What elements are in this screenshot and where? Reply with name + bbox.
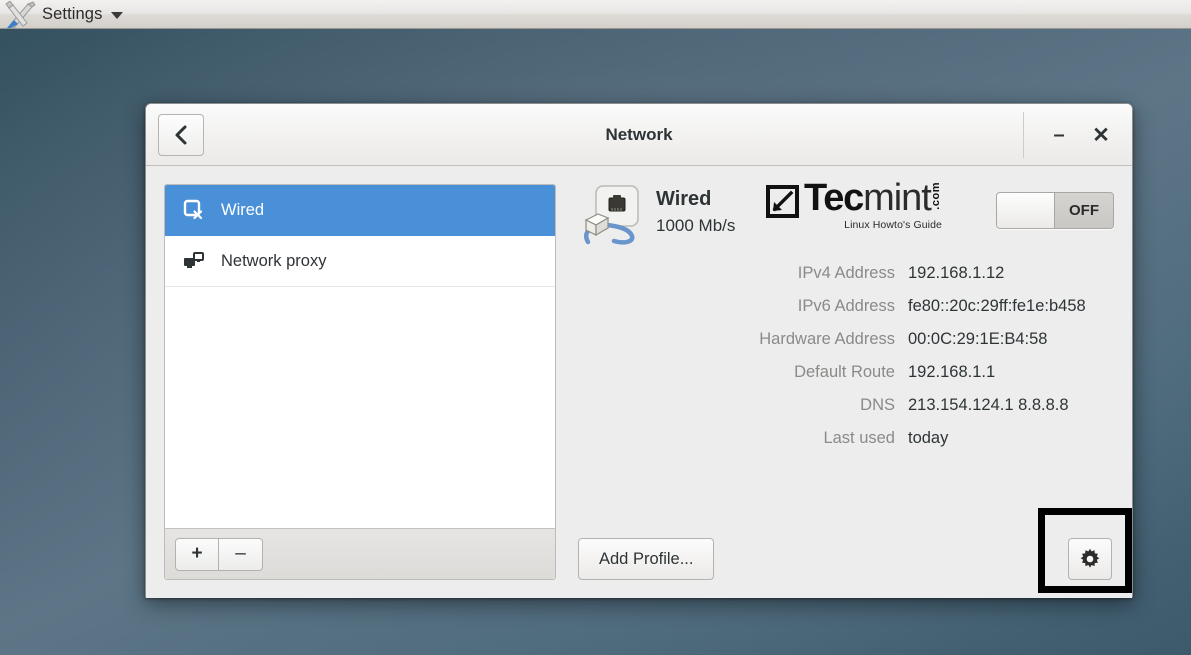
sidebar-item-network-proxy[interactable]: Network proxy [165,236,555,287]
connection-labels: Wired 1000 Mb/s [656,184,735,236]
table-row: DNS 213.154.124.1 8.8.8.8 [578,396,1114,415]
desktop-background: Settings Network – ✕ [0,0,1191,655]
info-value: 00:0C:29:1E:B4:58 [908,330,1047,349]
info-label: IPv6 Address [578,297,908,316]
connection-details: Wired 1000 Mb/s Tec [578,184,1114,580]
back-button[interactable] [158,114,204,156]
info-label: Default Route [578,363,908,382]
panel-title: Settings [42,5,102,24]
connection-header: Wired 1000 Mb/s Tec [578,184,1114,258]
panel-app-menu[interactable]: Settings [0,0,131,29]
watermark-brand-light: mint [863,180,931,216]
titlebar-separator [1023,112,1024,158]
info-value: 192.168.1.1 [908,363,995,382]
info-label: Last used [578,429,908,448]
add-profile-button[interactable]: Add Profile... [578,538,714,580]
connection-speed: 1000 Mb/s [656,216,735,236]
boxed-diagonal-arrow-icon [766,185,799,218]
top-panel: Settings [0,0,1191,29]
tecmint-watermark: Tec mint .com Linux Howto's Guide [766,180,956,240]
table-row: IPv4 Address 192.168.1.12 [578,264,1114,283]
window-controls: – ✕ [1023,104,1132,166]
network-settings-window: Network – ✕ [145,103,1133,598]
info-value: 213.154.124.1 8.8.8.8 [908,396,1069,415]
page-title: Network [146,104,1132,165]
toggle-state-label: OFF [1055,193,1113,228]
minimize-button[interactable]: – [1038,114,1080,156]
window-titlebar: Network – ✕ [146,104,1132,166]
toggle-knob [997,193,1055,228]
connection-toggle[interactable]: OFF [996,192,1114,229]
chevron-left-icon [173,124,190,146]
connection-name: Wired [656,188,735,211]
table-row: IPv6 Address fe80::20c:29ff:fe1e:b458 [578,297,1114,316]
connection-settings-button[interactable] [1068,538,1112,580]
close-button[interactable]: ✕ [1080,114,1122,156]
add-connection-button[interactable]: + [175,538,219,571]
info-value: 192.168.1.12 [908,264,1004,283]
network-proxy-icon [183,250,205,272]
sidebar-item-wired[interactable]: Wired [165,185,555,236]
connections-list: Wired Network proxy [165,185,555,528]
window-body: Wired Network proxy [146,166,1132,598]
remove-connection-button[interactable]: – [219,538,263,571]
info-label: DNS [578,396,908,415]
info-value: today [908,429,948,448]
connection-toggle-wrapper: OFF [996,192,1114,229]
watermark-brand-bold: Tec [804,180,863,216]
gear-icon [1079,548,1101,570]
tools-icon [4,1,38,28]
sidebar-item-label: Network proxy [221,252,326,271]
watermark-domain: .com [931,182,942,210]
table-row: Default Route 192.168.1.1 [578,363,1114,382]
info-label: Hardware Address [578,330,908,349]
table-row: Last used today [578,429,1114,448]
network-wired-disconnected-icon [183,199,205,221]
sidebar-actions: + – [165,528,555,579]
detail-footer: Add Profile... [578,538,1114,580]
ethernet-port-icon [580,184,644,246]
watermark-tagline: Linux Howto's Guide [766,219,956,231]
sidebar-item-label: Wired [221,201,264,220]
info-label: IPv4 Address [578,264,908,283]
chevron-down-icon[interactable] [111,12,123,19]
info-value: fe80::20c:29ff:fe1e:b458 [908,297,1086,316]
connections-sidebar: Wired Network proxy [164,184,556,580]
connection-info-table: IPv4 Address 192.168.1.12 IPv6 Address f… [578,264,1114,448]
table-row: Hardware Address 00:0C:29:1E:B4:58 [578,330,1114,349]
